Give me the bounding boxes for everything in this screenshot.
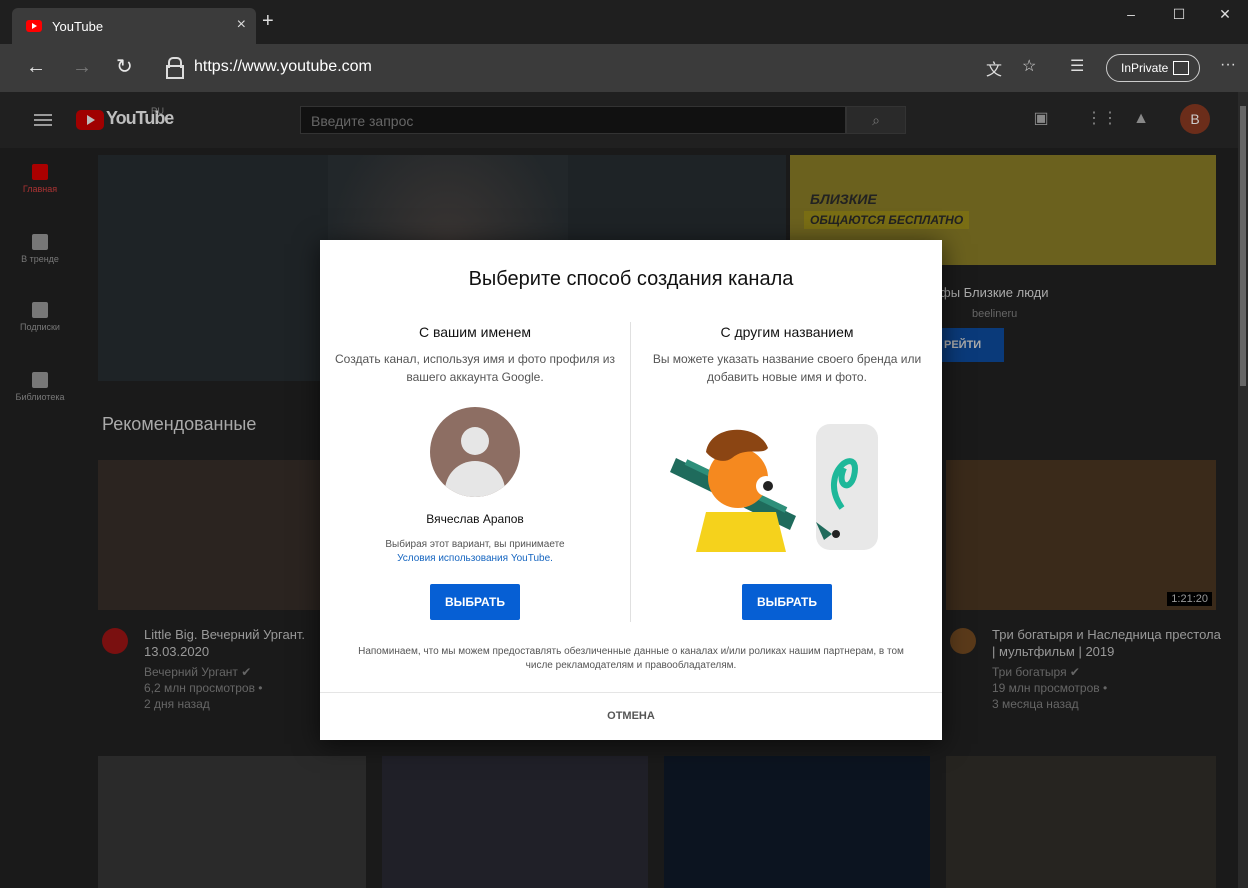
youtube-sidebar: Главная В тренде Подписки Библиотека xyxy=(0,148,80,888)
recommended-heading: Рекомендованные xyxy=(102,414,257,434)
option-other-name-description: Вы можете указать название своего бренда… xyxy=(652,352,922,384)
account-avatar[interactable]: В xyxy=(1180,104,1210,134)
refresh-icon[interactable]: ↻ xyxy=(116,56,133,78)
create-channel-dialog: Выберите способ создания канала С вашим … xyxy=(320,240,942,740)
home-icon xyxy=(32,164,48,180)
inprivate-button[interactable]: InPrivate xyxy=(1106,54,1200,82)
terms-prefix: Выбирая этот вариант, вы принимаете xyxy=(385,539,565,550)
video-thumbnail[interactable] xyxy=(98,756,366,888)
column-divider xyxy=(630,322,631,622)
video-thumbnail[interactable] xyxy=(664,756,930,888)
profile-avatar-icon xyxy=(430,407,520,497)
data-sharing-notice: Напоминаем, что мы можем предоставлять о… xyxy=(358,646,904,671)
url-field[interactable]: https://www.youtube.com xyxy=(194,58,372,76)
sidebar-item-label: В тренде xyxy=(21,254,59,264)
tab-close-icon[interactable]: × xyxy=(237,16,246,34)
search-button[interactable]: ⌕ xyxy=(846,106,906,134)
video-age: 3 месяца назад xyxy=(992,697,1079,711)
youtube-favicon-icon xyxy=(26,20,42,32)
option-own-name-heading: С вашим именем xyxy=(418,324,531,340)
youtube-region-label: RU xyxy=(151,106,164,116)
video-thumbnail[interactable] xyxy=(382,756,648,888)
video-channel[interactable]: Три богатыря ✔ xyxy=(992,664,1080,680)
sidebar-item-subscriptions[interactable]: Подписки xyxy=(0,302,80,332)
sidebar-item-trending[interactable]: В тренде xyxy=(0,234,80,264)
dialog-title: Выберите способ создания канала xyxy=(468,268,794,290)
ad-channel[interactable]: beelineru xyxy=(972,308,1017,320)
minimize-button[interactable]: – xyxy=(1108,6,1154,22)
sidebar-item-label: Главная xyxy=(22,184,58,194)
terms-link[interactable]: Условия использования YouTube. xyxy=(397,553,553,564)
browser-address-bar: ← → ↻ https://www.youtube.com 文 ☆ ☰ InPr… xyxy=(0,44,1248,92)
hamburger-menu-icon[interactable] xyxy=(34,114,52,126)
apps-grid-icon[interactable]: ⋮⋮ xyxy=(1086,110,1118,128)
subscriptions-icon xyxy=(32,302,48,318)
search-icon: ⌕ xyxy=(872,112,880,128)
new-tab-button[interactable]: + xyxy=(262,11,274,31)
video-thumbnail[interactable] xyxy=(98,460,320,610)
video-duration: 1:21:20 xyxy=(1167,592,1212,606)
ad-headline: БЛИЗКИЕ xyxy=(810,191,877,207)
youtube-header: YouTube RU Введите запрос ⌕ ▣ ⋮⋮ ▲ В xyxy=(0,92,1238,148)
ad-title[interactable]: фы Близкие люди xyxy=(940,285,1049,300)
ad-cta-button[interactable]: РЕЙТИ xyxy=(940,328,1004,362)
video-views: 6,2 млн просмотров • xyxy=(144,681,263,695)
close-window-button[interactable]: ✕ xyxy=(1202,6,1248,23)
lock-icon[interactable] xyxy=(166,57,184,79)
scrollbar-thumb[interactable] xyxy=(1240,106,1246,386)
brand-illustration-icon xyxy=(670,424,878,552)
choose-other-name-button[interactable]: ВЫБРАТЬ xyxy=(742,584,832,620)
more-menu-icon[interactable]: ··· xyxy=(1220,56,1236,74)
browser-titlebar: YouTube × + – ☐ ✕ xyxy=(0,0,1248,44)
inprivate-label: InPrivate xyxy=(1121,61,1169,75)
option-own-name-description: Создать канал, используя имя и фото проф… xyxy=(335,352,615,384)
back-arrow-icon[interactable]: ← xyxy=(26,56,46,78)
translate-icon[interactable]: 文 xyxy=(986,56,1002,80)
sidebar-item-label: Подписки xyxy=(20,322,60,332)
forward-arrow-icon[interactable]: → xyxy=(72,56,92,78)
maximize-button[interactable]: ☐ xyxy=(1156,6,1202,23)
notifications-bell-icon[interactable]: ▲ xyxy=(1132,110,1150,128)
video-thumbnail[interactable]: 1:21:20 xyxy=(946,460,1216,610)
video-title[interactable]: Little Big. Вечерний Ургант. 13.03.2020 xyxy=(144,626,324,660)
flame-icon xyxy=(32,234,48,250)
video-views: 19 млн просмотров • xyxy=(992,681,1108,695)
youtube-logo-icon[interactable] xyxy=(76,110,104,130)
video-thumbnail[interactable] xyxy=(946,756,1216,888)
inprivate-icon xyxy=(1173,61,1189,75)
tab-title: YouTube xyxy=(52,19,104,34)
video-title[interactable]: Три богатыря и Наследница престола | мул… xyxy=(992,626,1222,660)
channel-avatar[interactable] xyxy=(950,628,976,654)
dialog-footer-divider xyxy=(320,692,942,693)
channel-avatar[interactable] xyxy=(102,628,128,654)
sidebar-item-label: Библиотека xyxy=(15,392,65,402)
terms-notice: Выбирая этот вариант, вы принимаете Усло… xyxy=(320,538,630,566)
video-channel[interactable]: Вечерний Ургант ✔ xyxy=(144,664,251,680)
favorites-list-icon[interactable]: ☰ xyxy=(1070,56,1084,76)
page-scrollbar[interactable] xyxy=(1238,92,1248,888)
sidebar-item-library[interactable]: Библиотека xyxy=(0,372,80,402)
option-other-name-heading: С другим названием xyxy=(720,324,854,340)
create-video-icon[interactable]: ▣ xyxy=(1032,110,1050,128)
choose-own-name-button[interactable]: ВЫБРАТЬ xyxy=(430,584,520,620)
favorite-star-icon[interactable]: ☆ xyxy=(1022,56,1036,76)
library-icon xyxy=(32,372,48,388)
cancel-button[interactable]: ОТМЕНА xyxy=(320,710,942,722)
account-name: Вячеслав Арапов xyxy=(426,512,524,526)
video-age: 2 дня назад xyxy=(144,697,210,711)
search-input[interactable]: Введите запрос xyxy=(300,106,846,134)
browser-tab-youtube[interactable]: YouTube × xyxy=(12,8,256,44)
sidebar-item-home[interactable]: Главная xyxy=(0,164,80,194)
ad-subheadline: ОБЩАЮТСЯ БЕСПЛАТНО xyxy=(804,211,970,229)
